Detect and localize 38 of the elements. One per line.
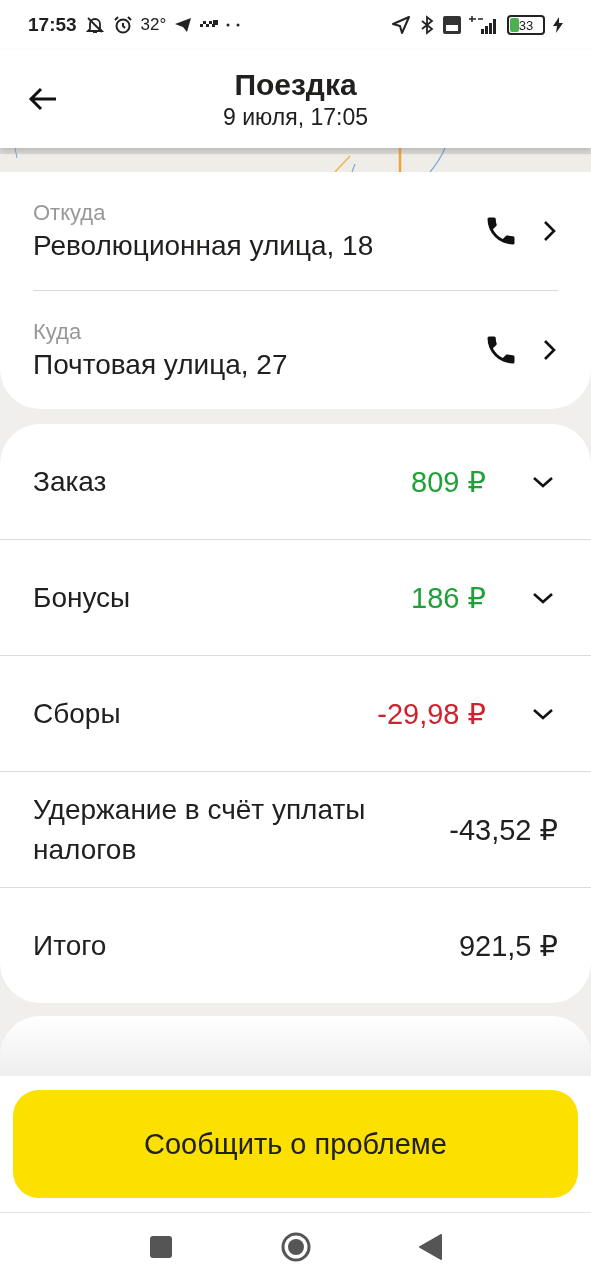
chevron-down-icon xyxy=(532,590,554,605)
report-button[interactable]: Сообщить о проблеме xyxy=(13,1090,578,1198)
payment-amount: 809 ₽ xyxy=(411,464,486,499)
payment-label: Удержание в счёт уплаты налогов xyxy=(33,793,367,867)
chevron-right-icon xyxy=(542,220,556,242)
page-title: Поездка xyxy=(234,67,357,102)
payment-amount: 186 ₽ xyxy=(411,580,486,615)
route-address[interactable]: Почтовая улица, 27 xyxy=(33,349,482,381)
send-icon xyxy=(174,17,193,33)
battery-icon: 33 xyxy=(507,15,545,35)
payment-label: Сборы xyxy=(33,696,122,731)
trip-date: 9 июля, 17:05 xyxy=(223,103,368,131)
volte-icon xyxy=(443,16,461,34)
payment-amount: 921,5 ₽ xyxy=(458,928,558,963)
temperature: 32° xyxy=(140,15,167,35)
payment-amount: -29,98 ₽ xyxy=(377,696,486,731)
back-triangle-icon[interactable] xyxy=(418,1233,443,1260)
chevron-down-icon xyxy=(532,474,554,489)
home-icon[interactable] xyxy=(280,1231,311,1262)
route-label: Куда xyxy=(33,319,83,345)
route-label: Откуда xyxy=(33,200,107,226)
charging-icon xyxy=(553,17,563,33)
payment-label: Заказ xyxy=(33,464,108,499)
chevron-right-icon xyxy=(542,339,556,361)
alarm-icon xyxy=(112,15,133,35)
chevron-down-icon xyxy=(532,706,554,721)
square-icon[interactable] xyxy=(148,1234,173,1259)
checkered-icon xyxy=(200,20,219,30)
payment-label: Бонусы xyxy=(33,580,132,615)
payment-amount: -43,52 ₽ xyxy=(449,812,558,847)
signal-icon xyxy=(469,15,499,35)
bell-off-icon xyxy=(84,15,105,35)
status-time: 17:53 xyxy=(28,14,77,36)
location-icon xyxy=(391,15,411,35)
payment-label: Итого xyxy=(33,928,108,963)
more-icon xyxy=(226,23,241,27)
route-address[interactable]: Революционная улица, 18 xyxy=(33,230,482,262)
bluetooth-icon xyxy=(419,15,435,35)
